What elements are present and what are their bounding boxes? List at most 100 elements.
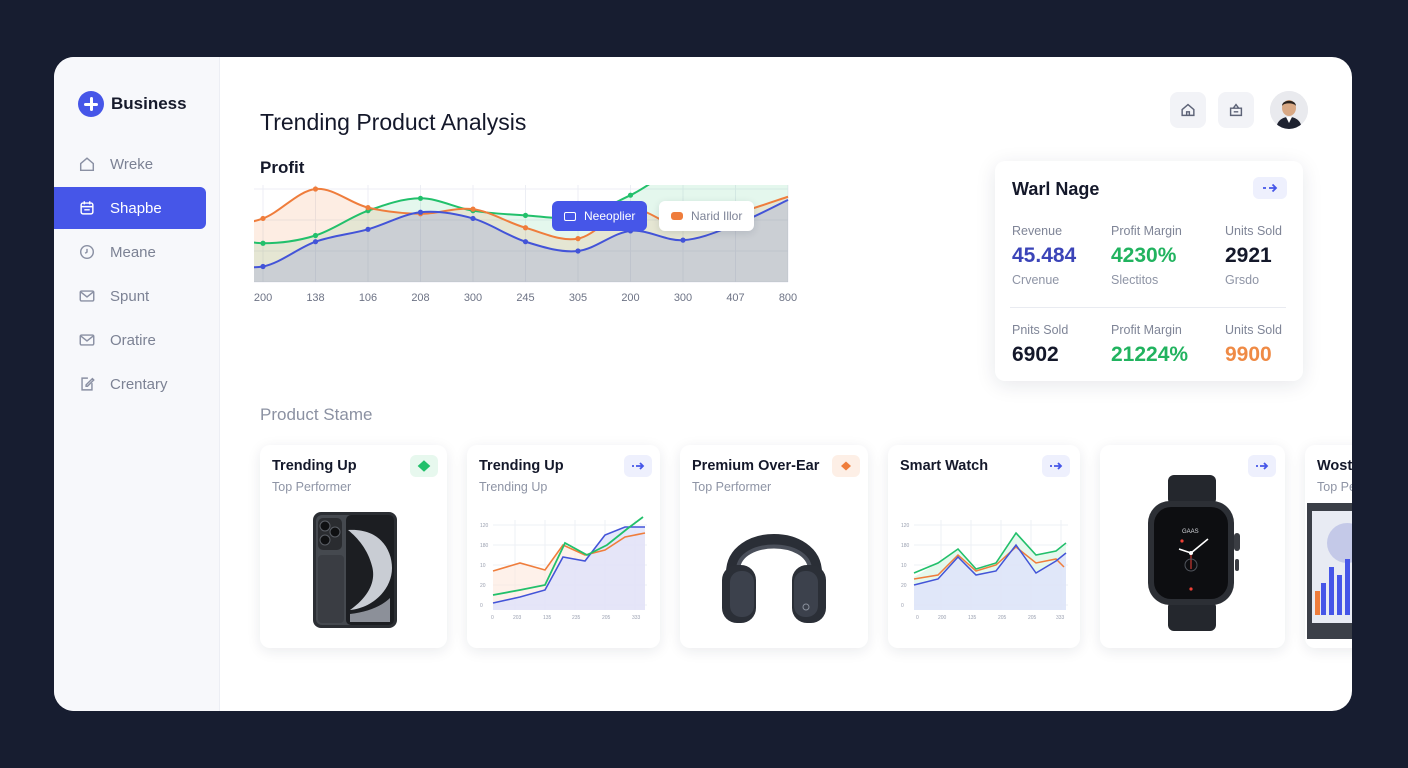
stats-card: Warl Nage Revenue 45.484 Crvenue Profit …: [995, 161, 1303, 381]
sidebar-item-label: Meane: [110, 243, 156, 261]
stat-label: Pnits Sold: [1012, 323, 1069, 337]
stat-pnits-sold: Pnits Sold 6902: [1012, 323, 1068, 367]
series-point: [522, 212, 529, 218]
series-point: [365, 205, 371, 211]
series-point: [680, 237, 686, 243]
sidebar-item-shapbe[interactable]: Shapbe: [54, 187, 206, 229]
product-card-watch-image[interactable]: GAAS: [1100, 445, 1285, 648]
avatar[interactable]: [1270, 91, 1308, 129]
x-tick-label: 138: [306, 292, 324, 304]
svg-text:180: 180: [480, 543, 489, 549]
profit-label: Profit: [260, 158, 305, 177]
svg-text:0: 0: [901, 603, 904, 609]
svg-text:333: 333: [632, 615, 641, 621]
product-card-headphones[interactable]: Premium Over-Ear Top Performer: [680, 445, 868, 648]
stat-value: 4230%: [1111, 244, 1177, 267]
series-point: [365, 226, 371, 232]
stat-units-sold-2: Units Sold 9900: [1225, 323, 1282, 367]
stat-sub: Crvenue: [1012, 273, 1060, 287]
stats-more-button[interactable]: [1253, 177, 1287, 199]
brand[interactable]: Business: [78, 91, 187, 117]
chip-square-icon: [564, 211, 576, 221]
product-badge[interactable]: [1042, 455, 1070, 477]
x-tick-label: 300: [674, 292, 692, 304]
series-point: [312, 186, 319, 192]
product-card-phone[interactable]: Trending Up Top Performer: [260, 445, 447, 648]
home-icon: [79, 157, 95, 172]
series-point: [470, 215, 476, 222]
sidebar-item-label: Oratire: [110, 331, 156, 349]
x-tick-label: 208: [411, 292, 429, 304]
sidebar-item-meane[interactable]: Meane: [54, 231, 220, 273]
svg-text:135: 135: [968, 615, 977, 621]
sidebar-item-wreke[interactable]: Wreke: [54, 143, 220, 185]
stat-value: 9900: [1225, 343, 1272, 366]
brand-logo-icon: [78, 91, 104, 117]
stat-label: Profit Margin: [1111, 224, 1182, 238]
legend-chip-label: Neeoplier: [584, 209, 636, 223]
stat-profit-margin-2: Profit Margin 21224%: [1111, 323, 1188, 367]
sidebar-item-spunt[interactable]: Spunt: [54, 275, 220, 317]
diamond-icon: [841, 461, 851, 471]
series-point: [575, 248, 581, 254]
svg-text:10: 10: [480, 563, 486, 569]
product-title: Wost: [1317, 458, 1352, 474]
product-badge[interactable]: [410, 455, 438, 477]
mail-icon: [79, 290, 95, 302]
stat-value: 2921: [1225, 244, 1272, 267]
x-tick-label: 200: [254, 292, 272, 304]
page-title: Trending Product Analysis: [260, 109, 527, 135]
product-title: Trending Up: [479, 458, 564, 474]
user-avatar-icon: [1270, 91, 1308, 129]
stat-units-sold: Units Sold 2921 Grsdo: [1225, 224, 1282, 287]
product-card-smart-watch[interactable]: Smart Watch 120 180 10 20 0 0 200 135 205 205 333: [888, 445, 1080, 648]
watch-face-text: GAAS: [1182, 529, 1199, 535]
svg-text:20: 20: [901, 583, 907, 589]
sidebar-item-label: Wreke: [110, 155, 154, 173]
headphones-image: [722, 534, 826, 623]
chip-dot-icon: [671, 212, 683, 220]
product-badge[interactable]: [1248, 455, 1276, 477]
smart-watch-image: GAAS: [1148, 475, 1240, 631]
product-subtitle: Trending Up: [479, 480, 548, 494]
product-badge[interactable]: [624, 455, 652, 477]
product-subtitle: Top Performer: [272, 480, 352, 494]
sidebar-nav: Wreke Shapbe Meane Spunt Oratire Crentar…: [54, 143, 220, 407]
calendar-icon: [80, 201, 94, 215]
top-actions: [1170, 91, 1308, 129]
product-subtitle: Top Pe: [1317, 480, 1352, 494]
home-button[interactable]: [1170, 92, 1206, 128]
product-subtitle: Top Performer: [692, 480, 772, 494]
series-point: [312, 239, 319, 245]
arrow-right-icon: [632, 462, 645, 470]
mini-watch-chart-image: 12018010200 0 200 135 205 205 333: [901, 520, 1068, 621]
series-point: [522, 239, 529, 245]
series-point: [627, 192, 634, 198]
sidebar: Business Wreke Shapbe Meane Spunt Oratir…: [54, 57, 220, 711]
sidebar-item-label: Crentary: [110, 375, 168, 393]
stat-label: Units Sold: [1225, 323, 1282, 337]
stat-value: 21224%: [1111, 343, 1189, 366]
inbox-button[interactable]: [1218, 92, 1254, 128]
legend-chip-secondary[interactable]: Narid Illor: [659, 201, 755, 231]
stat-label: Profit Margin: [1111, 323, 1182, 337]
series-point: [312, 232, 319, 239]
svg-text:200: 200: [938, 615, 947, 621]
stats-title: Warl Nage: [1012, 179, 1100, 199]
product-title: Smart Watch: [900, 458, 989, 474]
stat-profit-margin: Profit Margin 4230% Slectitos: [1111, 224, 1182, 287]
x-tick-label: 800: [779, 292, 797, 304]
product-card-partial[interactable]: Wost Top Pe: [1305, 445, 1352, 648]
product-title: Premium Over-Ear: [692, 458, 820, 474]
legend-chip-label: Narid Illor: [691, 209, 743, 223]
product-badge[interactable]: [832, 455, 860, 477]
x-tick-label: 407: [726, 292, 744, 304]
product-card-trending[interactable]: Trending Up Trending Up 120 180 10 20 0 0 203…: [467, 445, 660, 648]
stat-sub: Grsdo: [1225, 273, 1260, 287]
arrow-right-icon: [1050, 462, 1063, 470]
legend-chip-primary[interactable]: Neeoplier: [552, 201, 648, 231]
sidebar-item-oratire[interactable]: Oratire: [54, 319, 220, 361]
series-point: [522, 225, 529, 231]
sidebar-item-crentary[interactable]: Crentary: [54, 363, 220, 405]
svg-text:333: 333: [1056, 615, 1065, 621]
